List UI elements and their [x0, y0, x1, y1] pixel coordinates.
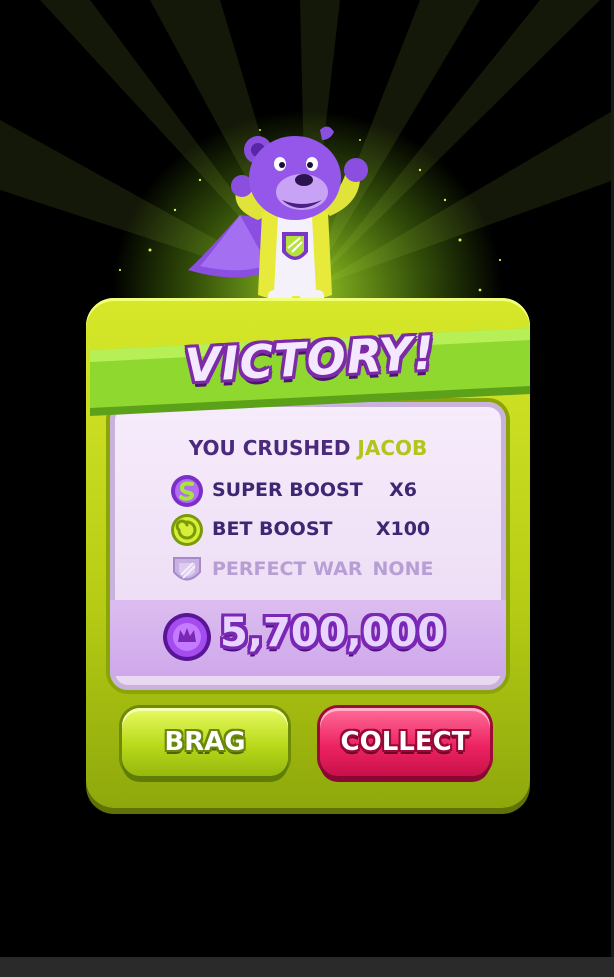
brag-button-label: BRAG [164, 727, 246, 757]
crushed-message: YOU CRUSHED JACOB [110, 436, 506, 460]
bet-boost-icon [171, 514, 203, 546]
collect-button-label: COLLECT [340, 727, 470, 757]
super-boost-label: SUPER BOOST [212, 479, 363, 501]
perfect-war-shield-icon [173, 557, 201, 581]
reward-amount: 5,700,000 [220, 610, 446, 656]
perfect-war-row: PERFECT WAR NONE [170, 553, 450, 587]
crushed-prefix: YOU CRUSHED [188, 436, 351, 460]
opponent-name: JACOB [357, 436, 428, 460]
perfect-war-label: PERFECT WAR [212, 558, 363, 580]
coin-icon [163, 613, 211, 661]
bet-boost-value: X100 [375, 518, 431, 540]
brag-button[interactable]: BRAG [122, 708, 288, 776]
perfect-war-value: NONE [372, 558, 434, 580]
bottom-bar [0, 957, 614, 977]
bet-boost-label: BET BOOST [212, 518, 333, 540]
collect-button[interactable]: COLLECT [320, 708, 490, 776]
super-boost-value: X6 [389, 479, 417, 501]
super-boost-row: SUPER BOOST X6 [170, 474, 450, 508]
super-boost-icon [171, 475, 203, 507]
bet-boost-row: BET BOOST X100 [170, 513, 450, 547]
